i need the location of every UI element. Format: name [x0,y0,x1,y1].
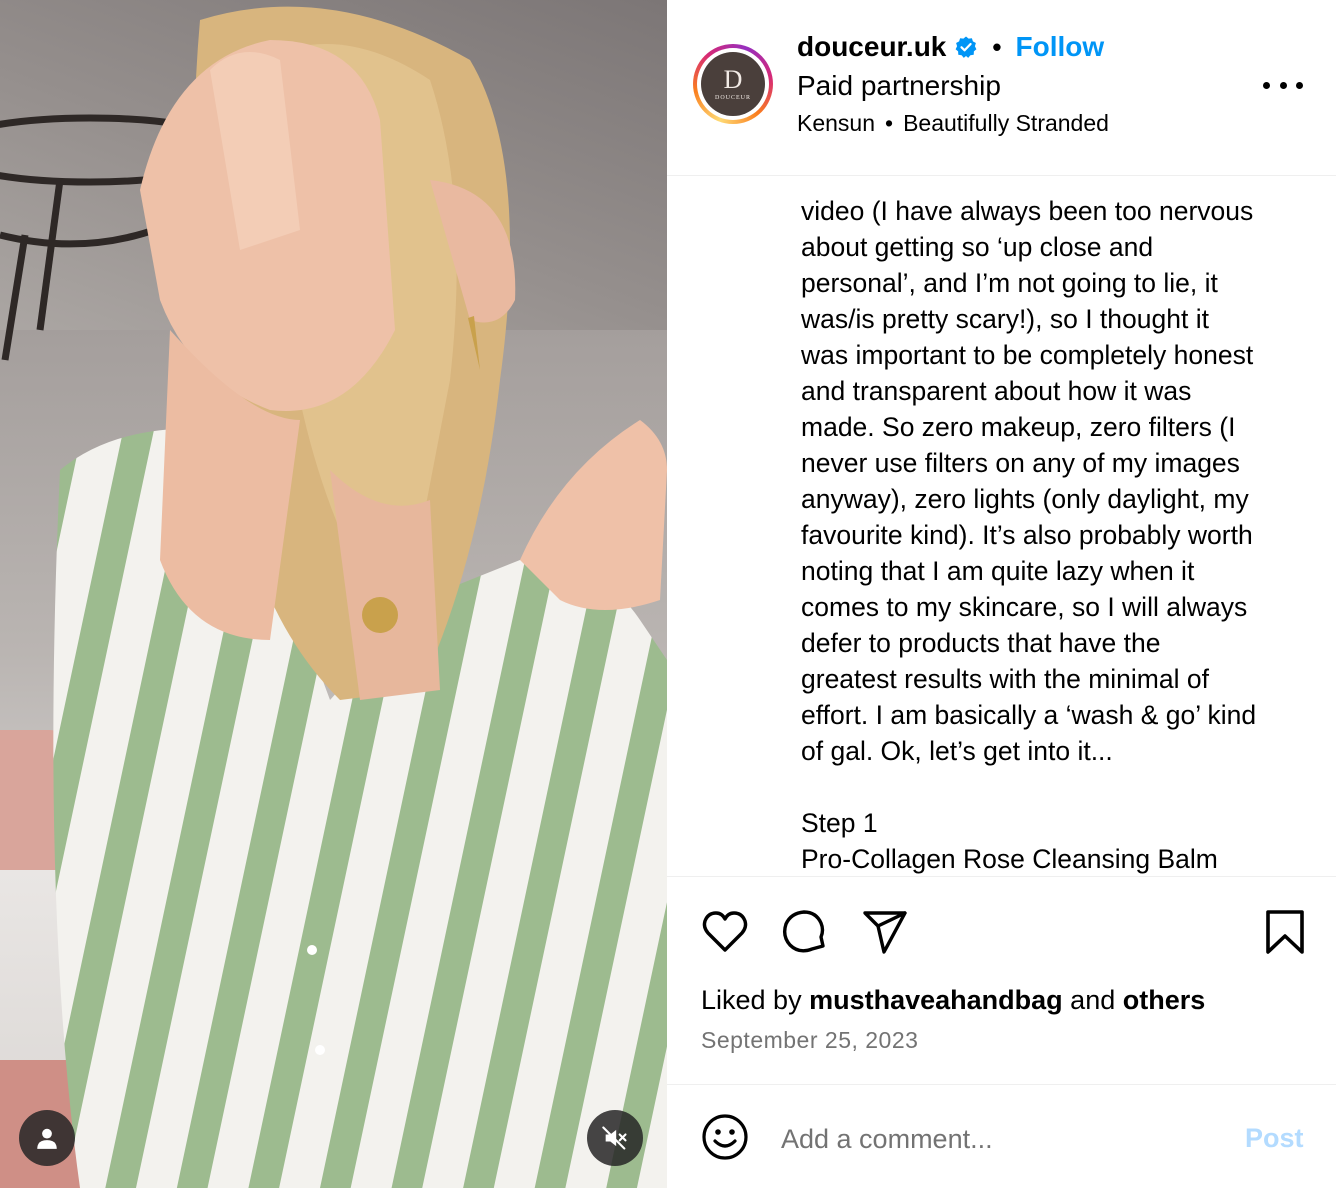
post-comment-button[interactable]: Post [1245,1123,1304,1154]
post-detail-panel: D DOUCEUR douceur.uk • Follow Paid partn… [667,0,1336,1188]
audio-separator: • [885,110,894,136]
audio-track[interactable]: Beautifully Stranded [903,110,1109,137]
likes-summary[interactable]: Liked by musthaveahandbag and others [701,985,1205,1016]
action-bar [667,878,1336,978]
liker-username-link[interactable]: musthaveahandbag [809,985,1063,1015]
caption-line: of gal. Ok, let’s get into it... [801,736,1113,766]
post-date[interactable]: September 25, 2023 [701,1027,918,1054]
caption-scroll-area[interactable]: video (I have always been too nervous ab… [667,177,1336,877]
caption-line: never use filters on any of my images [801,448,1240,478]
caption-line: and transparent about how it was [801,376,1192,406]
more-horizontal-icon [1279,81,1287,89]
caption-line: video (I have always been too nervous [801,196,1254,226]
comment-input[interactable] [781,1119,1221,1159]
like-button[interactable] [701,908,749,956]
separator-dot: • [992,31,1002,62]
comment-button[interactable] [781,908,829,956]
caption-line: favourite kind). It’s also probably wort… [801,520,1253,550]
likes-and: and [1070,985,1116,1015]
username-link[interactable]: douceur.uk [797,31,946,63]
save-button[interactable] [1261,908,1309,956]
bookmark-icon [1266,910,1304,954]
emoji-icon [702,1114,748,1160]
comment-icon [782,910,825,953]
paid-partnership-label[interactable]: Paid partnership [797,70,1001,102]
post-video[interactable] [0,0,667,1188]
caption-line: effort. I am basically a ‘wash & go’ kin… [801,700,1257,730]
caption-text: video (I have always been too nervous ab… [801,177,1321,876]
tagged-users-button[interactable] [19,1110,75,1166]
caption-line: noting that I am quite lazy when it [801,556,1195,586]
caption-line: anyway), zero lights (only daylight, my [801,484,1249,514]
caption-line: personal’, and I’m not going to lie, it [801,268,1218,298]
caption-line: defer to products that have the [801,628,1161,658]
likes-others-link[interactable]: others [1123,985,1206,1015]
more-options-button[interactable] [1263,70,1303,100]
caption-line: comes to my skincare, so I will always [801,592,1248,622]
more-horizontal-icon [1296,81,1303,89]
avatar[interactable]: D DOUCEUR [701,52,765,116]
send-icon [863,911,907,954]
story-ring[interactable]: D DOUCEUR [693,44,773,124]
caption-line: made. So zero makeup, zero filters (I [801,412,1236,442]
avatar-logo-letter: D [723,65,743,94]
speaker-muted-icon [602,1126,627,1150]
avatar-logo-wordmark: DOUCEUR [714,95,751,101]
caption-line: was/is pretty scary!), so I thought it [801,304,1209,334]
verified-badge-icon [955,36,977,58]
audio-artist[interactable]: Kensun [797,110,875,137]
caption-line: was important to be completely honest [801,340,1254,370]
more-horizontal-icon [1263,81,1270,89]
caption-step-label: Step 1 [801,808,878,838]
emoji-button[interactable] [701,1113,749,1161]
caption-line: greatest results with the minimal of [801,664,1209,694]
post-header: D DOUCEUR douceur.uk • Follow Paid partn… [667,0,1336,176]
person-icon [37,1128,57,1149]
heart-icon [702,911,748,952]
caption-line: about getting so ‘up close and [801,232,1154,262]
avatar-frame: D DOUCEUR [697,48,769,120]
follow-button[interactable]: Follow [1015,31,1104,63]
audio-attribution[interactable]: Kensun • Beautifully Stranded [797,110,1109,137]
share-button[interactable] [861,908,909,956]
likes-prefix: Liked by [701,985,802,1015]
username-row: douceur.uk • Follow [797,28,1104,66]
mute-toggle-button[interactable] [587,1110,643,1166]
comment-composer: Post [667,1084,1336,1188]
video-frame-illustration [0,6,667,1188]
caption-step-product: Pro-Collagen Rose Cleansing Balm [801,844,1218,874]
